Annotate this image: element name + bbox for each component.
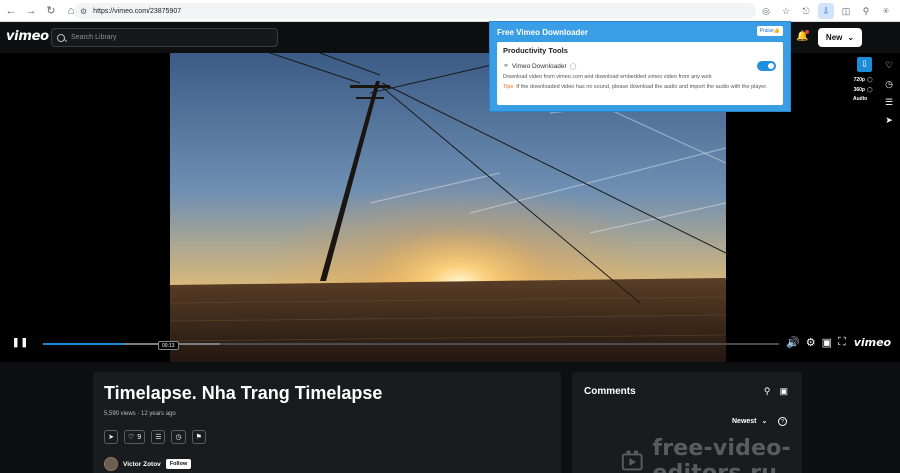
volume-icon[interactable]: 🔊	[786, 336, 800, 349]
microphone-icon: ⚭	[503, 63, 509, 70]
sort-label: Newest	[732, 417, 757, 425]
collections-button[interactable]: ☰	[151, 430, 166, 444]
layers-icon: ☰	[155, 434, 162, 441]
watermark-text: free-video-editors.ru	[652, 436, 791, 473]
share-icon[interactable]: ➤	[883, 114, 895, 126]
like-button[interactable]: ♡ 9	[124, 430, 146, 444]
back-icon[interactable]: ←	[2, 2, 20, 20]
like-count: 9	[137, 433, 142, 441]
url-text: https://vimeo.com/23875907	[93, 7, 182, 15]
forward-icon[interactable]: →	[22, 2, 40, 20]
vimeo-logo[interactable]: vimeo	[6, 29, 49, 44]
downloader-toggle[interactable]	[757, 61, 776, 71]
flag-icon: ⚑	[195, 434, 202, 441]
search-placeholder: Search Library	[71, 34, 117, 41]
watch-later-button[interactable]: ◷	[171, 430, 186, 444]
quality-audio[interactable]: Audio	[853, 96, 881, 102]
tips-text: Tips: If the downloaded video has no sou…	[503, 83, 777, 91]
heart-icon[interactable]: ♡	[883, 59, 895, 71]
tips-body: If the downloaded video has no sound, pl…	[514, 84, 768, 90]
upload-age: 12 years ago	[141, 411, 176, 417]
chevron-down-icon: ⌄	[847, 33, 855, 42]
author-row: Victor Zotov Follow	[104, 457, 192, 471]
search-icon	[57, 33, 65, 42]
tool-row: ⚭ Vimeo Downloader ◯	[503, 61, 777, 71]
extension-bar: ◎ ☆ ⎋ ⇩ ◫ ⚲ ⍟ ▦ ⋮	[758, 3, 900, 19]
player-right-controls: 🔊 ⚙ ▣ ⛶ vimeo	[786, 336, 891, 349]
search-input[interactable]: Search Library	[51, 28, 278, 47]
chevron-down-icon: ⌄	[761, 418, 768, 425]
layers-icon[interactable]: ☰	[883, 96, 895, 108]
notification-bell-icon[interactable]: 🔔	[796, 30, 810, 42]
clock-icon[interactable]: ◷	[883, 78, 895, 90]
avatar[interactable]	[104, 457, 118, 471]
share-button[interactable]: ➤	[104, 430, 118, 444]
view-count: 5,590 views	[104, 411, 136, 417]
copy-icon: ◯	[867, 87, 873, 93]
film-icon	[621, 450, 643, 471]
site-settings-icon[interactable]: ⚙	[80, 7, 87, 16]
tool-name: Vimeo Downloader	[511, 62, 567, 70]
fullscreen-icon[interactable]: ⛶	[838, 336, 846, 349]
clock-icon: ◷	[175, 434, 182, 441]
quality-720p[interactable]: 720p ◯	[853, 77, 881, 83]
tool-description: Download video from vimeo.com and downlo…	[503, 74, 712, 80]
tips-label: Tips:	[503, 84, 515, 90]
approved-icon: ◯	[569, 63, 577, 70]
language-icon[interactable]: ⍟	[878, 3, 894, 19]
played-progress	[43, 343, 124, 345]
key-icon[interactable]: ⚲	[858, 3, 874, 19]
follow-button[interactable]: Follow	[165, 459, 192, 469]
send-icon: ➤	[108, 434, 114, 441]
reload-icon[interactable]: ↻	[42, 2, 60, 20]
search-icon[interactable]: ⚲	[764, 386, 771, 397]
popup-title: Free Vimeo Downloader	[497, 28, 588, 37]
author-name[interactable]: Victor Zotov	[123, 461, 161, 468]
video-title: Timelapse. Nha Trang Timelapse	[104, 383, 383, 403]
notification-dot	[805, 30, 810, 34]
address-bar[interactable]: ⚙ https://vimeo.com/23875907	[74, 3, 756, 19]
comments-actions: ⚲ ▣	[764, 386, 788, 397]
download-icon[interactable]: ⇩	[857, 57, 872, 72]
productivity-tools-card: Productivity Tools ⚭ Vimeo Downloader ◯ …	[497, 42, 783, 105]
vimeo-player-logo[interactable]: vimeo	[854, 336, 891, 349]
star-icon[interactable]: ☆	[778, 3, 794, 19]
sort-dropdown[interactable]: Newest ⌄	[732, 417, 768, 426]
player-controls: ❚❚ 00:13 🔊 ⚙ ▣ ⛶ vimeo	[0, 331, 900, 355]
help-icon[interactable]: ?	[778, 417, 787, 426]
browser-toolbar: ← → ↻ ⌂ ⚙ https://vimeo.com/23875907 ◎ ☆…	[0, 0, 900, 22]
translate-icon[interactable]: ⎋	[798, 3, 814, 19]
download-extension-icon[interactable]: ⇩	[818, 3, 834, 19]
extension-popup: Free Vimeo Downloader Praise👍 Productivi…	[489, 21, 791, 112]
expand-icon[interactable]: ▣	[779, 386, 788, 397]
praise-button[interactable]: Praise👍	[756, 26, 783, 36]
eye-off-icon[interactable]: ◎	[758, 3, 774, 19]
progress-bar[interactable]: 00:13	[43, 341, 779, 350]
video-actions: ➤ ♡ 9 ☰ ◷ ⚑	[104, 430, 206, 444]
picture-in-picture-icon[interactable]: ▣	[822, 336, 832, 349]
video-info-card: Timelapse. Nha Trang Timelapse 5,590 vie…	[93, 372, 561, 473]
copy-icon: ◯	[867, 77, 873, 83]
video-meta: 5,590 views · 12 years ago	[104, 411, 176, 417]
section-title: Productivity Tools	[503, 46, 568, 55]
quality-360p[interactable]: 360p ◯	[853, 87, 881, 93]
heart-icon: ♡	[128, 434, 135, 441]
settings-icon[interactable]: ⚙	[806, 336, 816, 349]
pause-icon[interactable]: ❚❚	[12, 337, 29, 348]
watermark: free-video-editors.ru	[620, 436, 900, 473]
new-button-label: New	[825, 33, 843, 42]
report-button[interactable]: ⚑	[191, 430, 206, 444]
comments-title: Comments	[584, 386, 636, 397]
new-button[interactable]: New ⌄	[818, 28, 862, 47]
puzzle-icon[interactable]: ◫	[838, 3, 854, 19]
time-tooltip: 00:13	[158, 341, 179, 350]
